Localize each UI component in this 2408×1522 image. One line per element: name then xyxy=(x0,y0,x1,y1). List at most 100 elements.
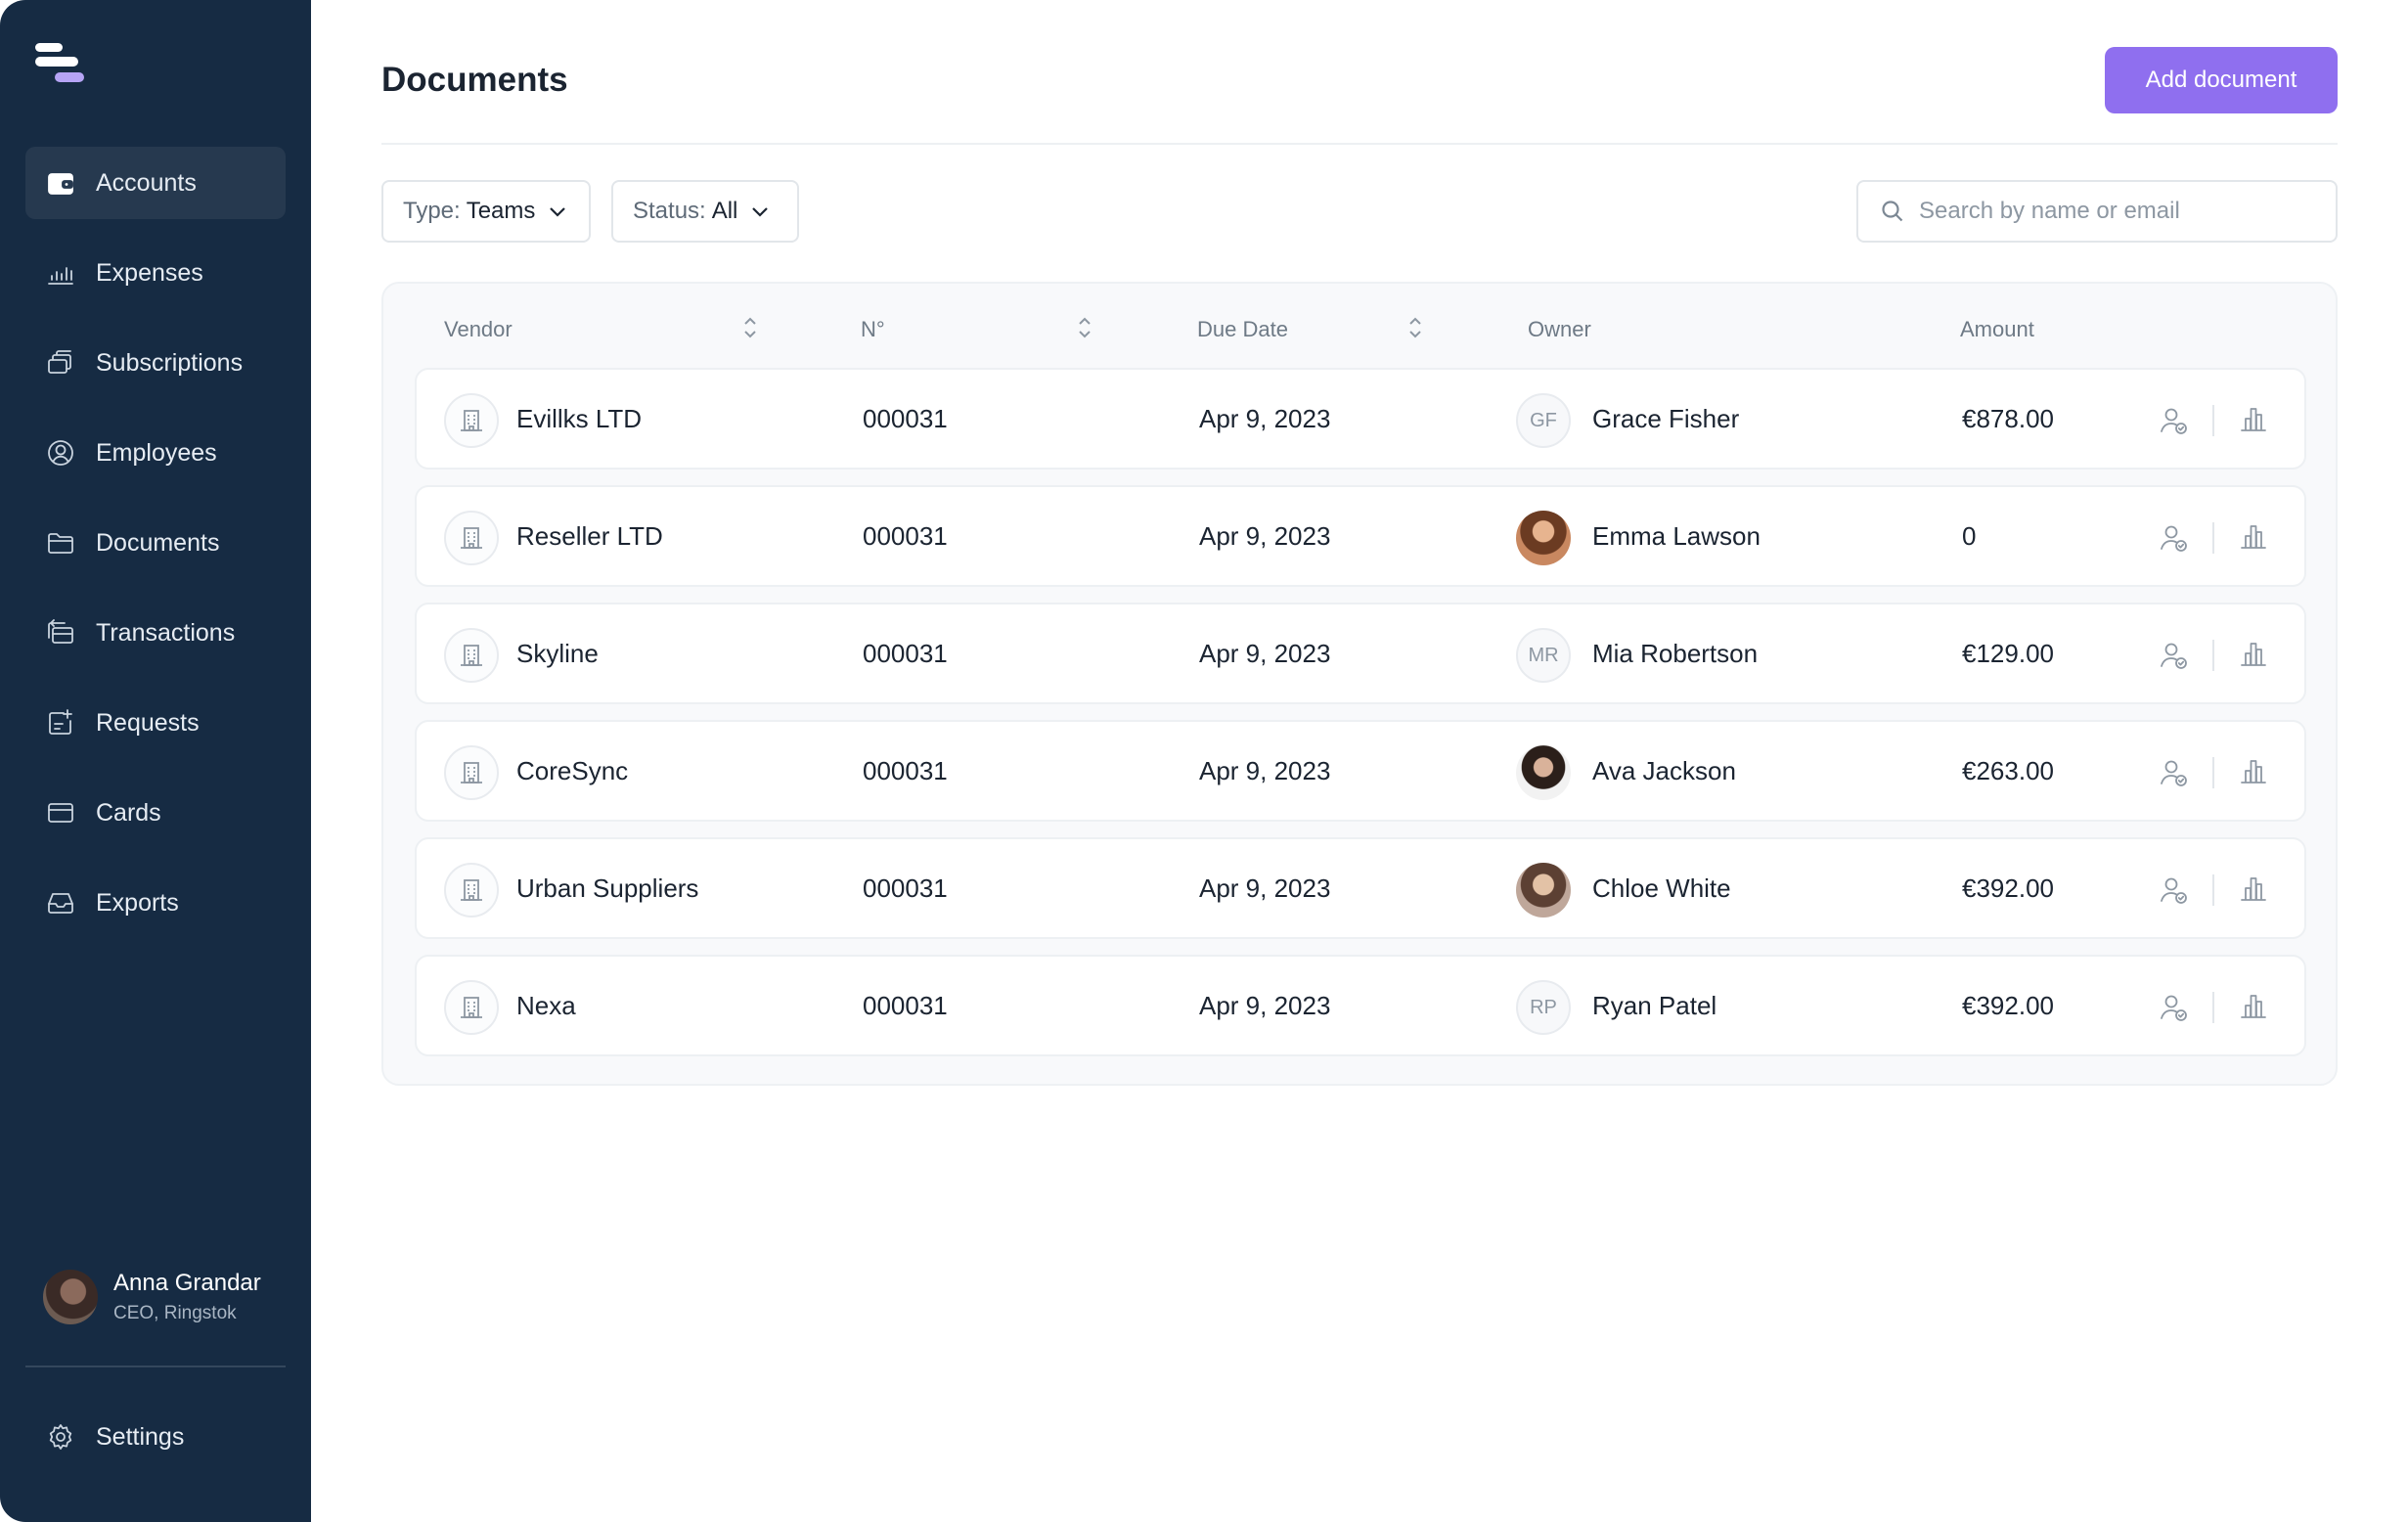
gear-icon xyxy=(45,1421,76,1453)
vendor-name: Nexa xyxy=(516,990,576,1020)
bar-chart-icon[interactable] xyxy=(2238,638,2269,669)
sidebar-item-label: Employees xyxy=(96,438,217,467)
search-field[interactable] xyxy=(1856,180,2338,243)
column-header-number[interactable]: N° xyxy=(861,317,885,342)
avatar xyxy=(43,1270,98,1324)
owner-avatar: GF xyxy=(1516,393,1571,448)
table-row[interactable]: Urban Suppliers 000031 Apr 9, 2023 Chloe… xyxy=(415,837,2306,939)
sidebar-item-exports[interactable]: Exports xyxy=(25,867,286,939)
search-input[interactable] xyxy=(1919,198,2310,225)
sidebar-nav: Accounts Expenses Subscriptions Employee… xyxy=(25,147,286,957)
due-date: Apr 9, 2023 xyxy=(1199,755,1331,785)
type-filter-value: Teams xyxy=(466,198,536,224)
documents-table: Vendor N° Due Date Owner Amount Evillks … xyxy=(381,282,2338,1086)
sidebar-item-requests[interactable]: Requests xyxy=(25,687,286,759)
type-filter-dropdown[interactable]: Type: Teams xyxy=(381,180,591,243)
amount: €392.00 xyxy=(1962,873,2054,903)
sidebar-item-subscriptions[interactable]: Subscriptions xyxy=(25,327,286,399)
transactions-icon xyxy=(45,617,76,649)
sort-icon[interactable] xyxy=(1074,313,1095,342)
assign-owner-icon[interactable] xyxy=(2158,992,2189,1023)
vendor-name: CoreSync xyxy=(516,755,629,785)
owner-name: Grace Fisher xyxy=(1592,403,1740,433)
table-row[interactable]: Nexa 000031 Apr 9, 2023 RP Ryan Patel €3… xyxy=(415,955,2306,1056)
table-row[interactable]: CoreSync 000031 Apr 9, 2023 Ava Jackson … xyxy=(415,720,2306,822)
owner-name: Ava Jackson xyxy=(1592,755,1736,785)
sidebar-item-settings[interactable]: Settings xyxy=(25,1401,286,1473)
sidebar-divider xyxy=(25,1365,286,1367)
building-icon xyxy=(444,745,499,800)
table-row[interactable]: Skyline 000031 Apr 9, 2023 MR Mia Robert… xyxy=(415,603,2306,704)
column-header-amount: Amount xyxy=(1960,317,2034,341)
bar-chart-icon[interactable] xyxy=(2238,755,2269,786)
sidebar-item-label: Expenses xyxy=(96,258,203,287)
action-divider xyxy=(2212,640,2214,671)
sort-icon[interactable] xyxy=(739,313,761,342)
search-icon xyxy=(1882,201,1903,222)
sidebar-item-cards[interactable]: Cards xyxy=(25,777,286,849)
assign-owner-icon[interactable] xyxy=(2158,640,2189,671)
sidebar-item-label: Subscriptions xyxy=(96,348,244,377)
sort-icon[interactable] xyxy=(1405,313,1426,342)
sidebar-item-label: Cards xyxy=(96,798,161,827)
amount: €878.00 xyxy=(1962,403,2054,433)
sidebar-item-accounts[interactable]: Accounts xyxy=(25,147,286,219)
action-divider xyxy=(2212,405,2214,436)
document-number: 000031 xyxy=(863,755,948,785)
owner-name: Emma Lawson xyxy=(1592,520,1761,551)
document-number: 000031 xyxy=(863,990,948,1020)
amount: €129.00 xyxy=(1962,638,2054,668)
document-number: 000031 xyxy=(863,403,948,433)
bar-chart-icon[interactable] xyxy=(2238,990,2269,1021)
profile-role: CEO, Ringstok xyxy=(113,1303,237,1323)
document-number: 000031 xyxy=(863,520,948,551)
bar-chart-icon[interactable] xyxy=(2238,520,2269,552)
request-add-icon xyxy=(45,707,76,739)
assign-owner-icon[interactable] xyxy=(2158,522,2189,554)
amount: €263.00 xyxy=(1962,755,2054,785)
sidebar-item-employees[interactable]: Employees xyxy=(25,417,286,489)
due-date: Apr 9, 2023 xyxy=(1199,403,1331,433)
document-number: 000031 xyxy=(863,873,948,903)
owner-name: Mia Robertson xyxy=(1592,638,1759,668)
owner-name: Chloe White xyxy=(1592,873,1731,903)
building-icon xyxy=(444,393,499,448)
header-divider xyxy=(381,143,2338,145)
assign-owner-icon[interactable] xyxy=(2158,757,2189,788)
main-content: Documents Add document Type: Teams Statu… xyxy=(311,0,2408,1522)
stacked-cards-icon xyxy=(45,347,76,379)
sidebar-item-label: Transactions xyxy=(96,618,236,647)
amount: €392.00 xyxy=(1962,990,2054,1020)
add-document-button[interactable]: Add document xyxy=(2105,47,2338,113)
assign-owner-icon[interactable] xyxy=(2158,405,2189,436)
vendor-name: Skyline xyxy=(516,638,599,668)
due-date: Apr 9, 2023 xyxy=(1199,638,1331,668)
sidebar-item-documents[interactable]: Documents xyxy=(25,507,286,579)
sidebar-item-transactions[interactable]: Transactions xyxy=(25,597,286,669)
assign-owner-icon[interactable] xyxy=(2158,874,2189,906)
sidebar-item-label: Settings xyxy=(96,1422,185,1451)
user-profile[interactable]: Anna Grandar CEO, Ringstok xyxy=(43,1270,261,1324)
sidebar-item-label: Documents xyxy=(96,528,220,557)
credit-card-icon xyxy=(45,797,76,828)
column-header-due-date[interactable]: Due Date xyxy=(1197,317,1288,342)
sidebar-item-label: Accounts xyxy=(96,168,197,197)
table-row[interactable]: Reseller LTD 000031 Apr 9, 2023 Emma Law… xyxy=(415,485,2306,587)
user-circle-icon xyxy=(45,437,76,469)
building-icon xyxy=(444,863,499,918)
vendor-name: Evillks LTD xyxy=(516,403,643,433)
building-icon xyxy=(444,628,499,683)
profile-name: Anna Grandar xyxy=(113,1270,261,1296)
building-icon xyxy=(444,980,499,1035)
table-row[interactable]: Evillks LTD 000031 Apr 9, 2023 GF Grace … xyxy=(415,368,2306,470)
sidebar-item-expenses[interactable]: Expenses xyxy=(25,237,286,309)
due-date: Apr 9, 2023 xyxy=(1199,873,1331,903)
sidebar: Accounts Expenses Subscriptions Employee… xyxy=(0,0,311,1522)
amount: 0 xyxy=(1962,520,1977,551)
owner-avatar xyxy=(1516,863,1571,918)
column-header-vendor[interactable]: Vendor xyxy=(444,317,513,342)
status-filter-dropdown[interactable]: Status: All xyxy=(611,180,799,243)
action-divider xyxy=(2212,874,2214,906)
bar-chart-icon[interactable] xyxy=(2238,873,2269,904)
bar-chart-icon[interactable] xyxy=(2238,403,2269,434)
